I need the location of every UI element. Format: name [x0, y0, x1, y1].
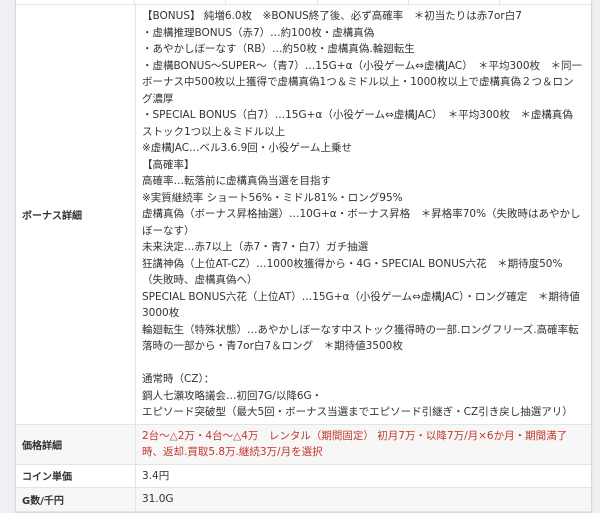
- row-label: ボーナス詳細: [16, 5, 136, 425]
- bonus-detail-line: ※実質継続率 ショート56%・ミドル81%・ロング95%: [142, 191, 403, 204]
- bonus-detail-line: ・あやかしぼーなす（RB）…約50枚・虚構真偽.輪廻転生: [142, 43, 415, 55]
- bonus-detail-value: 【BONUS】 純増6.0枚 ※BONUS終了後、必ず高確率 ＊初当たりは赤7o…: [135, 5, 591, 425]
- bonus-detail-line: SPECIAL BONUS六花（上位AT）…15G+α（小役ゲーム⇔虚構JAC）…: [142, 290, 580, 320]
- row-coin-price: コイン単価 3.4円: [16, 464, 591, 488]
- bonus-detail-line: 【BONUS】 純増6.0枚 ※BONUS終了後、必ず高確率 ＊初当たりは赤7o…: [142, 10, 522, 22]
- bonus-detail-line: 輪廻転生（特殊状態）…あやかしぼーなす中ストック獲得時の一部.ロングフリーズ.高…: [142, 323, 579, 353]
- row-price-detail: 価格詳細 2台～△2万・4台～△4万 レンタル（期間固定） 初月7万・以降7万/…: [16, 424, 591, 465]
- row-games-per-1000yen: G数/千円 31.0G: [16, 487, 591, 512]
- bonus-detail-line: ・虚構推理BONUS（赤7）…約100枚・虚構真偽: [142, 26, 375, 39]
- coin-price-value: 3.4円: [135, 464, 591, 488]
- bonus-detail-line: ※虚構JAC…ベル3.6.9回・小役ゲーム上乗せ: [142, 142, 352, 154]
- spec-table: ボーナス詳細 【BONUS】 純増6.0枚 ※BONUS終了後、必ず高確率 ＊初…: [15, 0, 592, 513]
- row-label: 価格詳細: [16, 424, 136, 465]
- previous-row: [16, 0, 591, 5]
- row-bonus-detail: ボーナス詳細 【BONUS】 純増6.0枚 ※BONUS終了後、必ず高確率 ＊初…: [16, 5, 591, 425]
- bonus-detail-line: 【高確率】: [142, 158, 195, 171]
- games-per-1000yen-value: 31.0G: [135, 487, 591, 512]
- bonus-detail-line: 通常時（CZ）：: [142, 373, 215, 385]
- row-label: コイン単価: [16, 464, 136, 488]
- bonus-detail-line: 高確率…転落前に虚構真偽当選を目指す: [142, 175, 331, 187]
- bonus-detail-line: 鋼人七瀬攻略議会…初回7G/以降6G・: [142, 389, 323, 402]
- bonus-detail-line: エピソード突破型（最大5回・ボーナス当選までエピソード引継ぎ・CZ引き戻し抽選ア…: [142, 406, 573, 418]
- bonus-detail-line: ・SPECIAL BONUS（白7）…15G+α（小役ゲーム⇔虚構JAC） ＊平…: [142, 109, 573, 138]
- bonus-detail-line: [142, 355, 583, 372]
- bonus-detail-line: 未来決定…赤7以上（赤7・青7・白7）ガチ抽選: [142, 241, 369, 253]
- bonus-detail-line: 狂講神偽（上位AT-CZ）…1000枚獲得から・4G・SPECIAL BONUS…: [142, 257, 563, 287]
- price-detail-value: 2台～△2万・4台～△4万 レンタル（期間固定） 初月7万・以降7万/月×6か月…: [135, 424, 591, 465]
- row-label: G数/千円: [16, 487, 136, 512]
- bonus-detail-line: ・虚構BONUS～SUPER～（青7）…15G+α（小役ゲーム⇔虚構JAC） ＊…: [142, 59, 583, 105]
- bonus-detail-line: 虚構真偽（ボーナス昇格抽選）…10G+α・ボーナス昇格 ＊昇格率70%（失敗時は…: [142, 208, 581, 237]
